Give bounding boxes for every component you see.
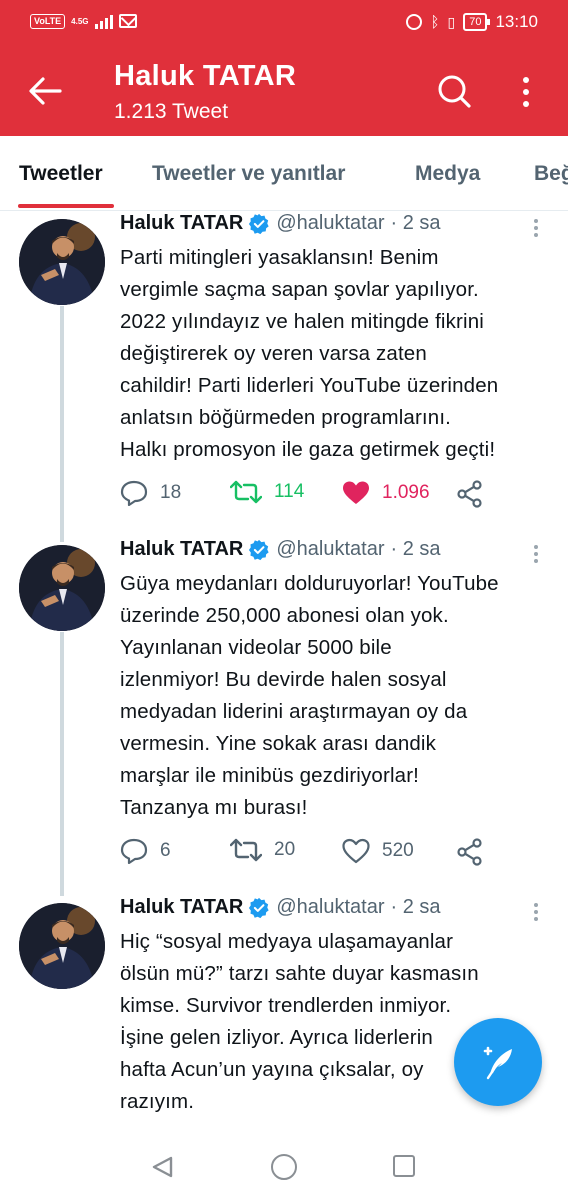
reply-icon (120, 838, 148, 864)
verified-badge-icon (249, 213, 269, 234)
tweet-menu-icon[interactable] (529, 902, 543, 922)
share-icon (457, 480, 482, 508)
avatar[interactable] (19, 545, 105, 631)
system-navigation-bar (0, 1130, 568, 1200)
reply-count: 18 (160, 482, 182, 503)
author-name[interactable]: Haluk TATAR (120, 538, 243, 561)
reply-icon (120, 480, 148, 506)
share-icon (457, 838, 482, 866)
bluetooth-icon: ᛒ (430, 13, 440, 31)
profile-header: Haluk TATAR 1.213 Tweet (0, 46, 568, 136)
retweet-icon (230, 480, 262, 504)
like-count: 1.096 (382, 482, 430, 503)
signal-icon (94, 13, 113, 29)
battery-icon: 70 (463, 13, 491, 31)
tab-media[interactable]: Medya (415, 162, 480, 186)
tweet-text: Parti mitingleri yasaklansın! Benim verg… (120, 246, 499, 461)
tweet-time: · 2 sa (390, 212, 441, 234)
tab-tweets[interactable]: Tweetler (19, 162, 103, 186)
tweet[interactable]: Haluk TATAR @haluktatar · 2 sa Güya meyd… (0, 538, 568, 878)
tweet-text: Güya meydanları dolduruyorlar! YouTube ü… (120, 572, 499, 819)
clock: 13:10 (495, 12, 538, 31)
tweet-count: 1.213 Tweet (114, 100, 229, 123)
nav-home-icon[interactable] (271, 1154, 297, 1180)
compose-feather-icon (483, 1046, 512, 1080)
like-count: 520 (382, 840, 414, 861)
nav-recents-icon[interactable] (393, 1155, 415, 1177)
profile-name: Haluk TATAR (114, 60, 297, 92)
reply-count: 6 (160, 840, 171, 861)
search-icon[interactable] (436, 73, 472, 109)
tweet-menu-icon[interactable] (529, 544, 543, 564)
tweet-time: · 2 sa (390, 896, 441, 918)
tweet-time: · 2 sa (390, 538, 441, 560)
author-handle[interactable]: @haluktatar (276, 538, 384, 561)
like-button[interactable]: 1.096 (342, 480, 430, 506)
nav-back-icon[interactable] (150, 1155, 174, 1179)
retweet-button[interactable]: 114 (230, 480, 304, 504)
tweet-actions: 18 114 1.096 (120, 480, 560, 510)
back-arrow-icon[interactable] (28, 76, 62, 106)
retweet-icon (230, 838, 262, 862)
status-bar: VoLTE 4.5G ᛒ ▯ 70 13:10 (0, 0, 568, 46)
silent-icon: ▯ (447, 13, 456, 30)
alarm-icon (406, 14, 423, 30)
avatar[interactable] (19, 903, 105, 989)
tweet-actions: 6 20 520 (120, 838, 560, 868)
heart-filled-icon (343, 481, 369, 504)
reply-button[interactable]: 6 (120, 838, 171, 864)
retweet-count: 114 (274, 481, 305, 502)
profile-tabs: Tweetler Tweetler ve yanıtlar Medya Beğ (0, 136, 568, 211)
more-vertical-icon[interactable] (516, 75, 536, 109)
tweet-menu-icon[interactable] (529, 218, 543, 238)
heart-outline-icon (342, 838, 370, 864)
author-name[interactable]: Haluk TATAR (120, 896, 243, 919)
avatar[interactable] (19, 219, 105, 305)
network-type: 4.5G (71, 16, 89, 26)
tab-tweets-and-replies[interactable]: Tweetler ve yanıtlar (152, 162, 345, 186)
verified-badge-icon (249, 897, 269, 918)
tweet[interactable]: Haluk TATAR @haluktatar · 2 sa Parti mit… (0, 212, 568, 532)
author-name[interactable]: Haluk TATAR (120, 212, 243, 235)
mail-icon (118, 14, 137, 28)
retweet-count: 20 (274, 839, 296, 860)
compose-tweet-button[interactable] (454, 1018, 542, 1106)
tab-likes[interactable]: Beğ (534, 162, 568, 186)
like-button[interactable]: 520 (342, 838, 414, 864)
active-tab-indicator (18, 204, 114, 208)
share-button[interactable] (456, 838, 496, 866)
retweet-button[interactable]: 20 (230, 838, 295, 862)
reply-button[interactable]: 18 (120, 480, 181, 506)
author-handle[interactable]: @haluktatar (276, 896, 384, 919)
author-handle[interactable]: @haluktatar (276, 212, 384, 235)
share-button[interactable] (456, 480, 496, 508)
volte-indicator: VoLTE (30, 13, 66, 29)
verified-badge-icon (249, 539, 269, 560)
